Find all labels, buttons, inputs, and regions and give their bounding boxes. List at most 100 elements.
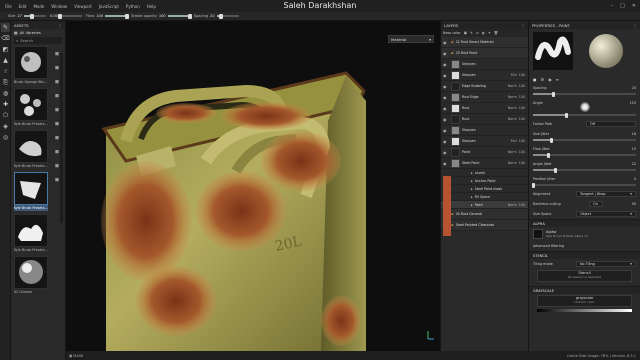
toolbar-slider[interactable] bbox=[105, 13, 130, 19]
maximize-button[interactable]: □ bbox=[620, 3, 625, 9]
layer-effect-row[interactable]: ▸ Steel Paint mask bbox=[441, 185, 528, 193]
menu-mode[interactable]: Mode bbox=[33, 4, 44, 9]
layer-opacity[interactable]: 100 bbox=[519, 203, 525, 207]
layer-effect-row[interactable]: ▸ Fill Space bbox=[441, 193, 528, 201]
eye-icon[interactable]: ◉ bbox=[443, 51, 449, 56]
picker-icon[interactable]: ✚ bbox=[1, 100, 10, 109]
toolbar-field-value[interactable]: 100 bbox=[96, 14, 103, 18]
size-space-select[interactable]: Object ▾ bbox=[576, 211, 636, 217]
texture-icon[interactable]: ◼ bbox=[55, 107, 59, 113]
layer-blend-mode[interactable]: Norm bbox=[508, 84, 517, 88]
param-slider[interactable] bbox=[533, 112, 636, 118]
param-value[interactable]: 18 bbox=[632, 132, 636, 136]
layer-folder-row[interactable]: ◉▰Steel Painted Clearcoat bbox=[441, 220, 528, 231]
menu-help[interactable]: Help bbox=[147, 4, 156, 9]
filter-icon[interactable]: ◼ bbox=[55, 135, 59, 141]
param-slider[interactable] bbox=[531, 182, 636, 188]
eye-icon[interactable]: ◉ bbox=[443, 139, 449, 144]
layer-blend-mode[interactable]: Norm bbox=[508, 117, 517, 121]
material-icon[interactable]: ◼ bbox=[55, 79, 59, 85]
add-fill-layer-icon[interactable]: ▣ bbox=[464, 31, 467, 35]
layer-row[interactable]: ◉ Rust Norm 100 bbox=[441, 114, 528, 125]
slider-handle[interactable] bbox=[554, 167, 558, 173]
slider-handle[interactable] bbox=[531, 182, 535, 188]
slider-handle[interactable] bbox=[125, 13, 130, 19]
geometry-fill-icon[interactable]: ▲ bbox=[1, 56, 10, 65]
param-select[interactable]: Off bbox=[586, 121, 636, 127]
brush-preset-icon[interactable]: ◼ bbox=[55, 65, 59, 71]
menu-viewport[interactable]: Viewport bbox=[74, 4, 92, 9]
layer-row[interactable]: ◉ Edge Bubbling Norm 100 bbox=[441, 81, 528, 92]
add-effect-icon[interactable]: ✦ bbox=[488, 31, 491, 35]
tab-channels-icon[interactable]: ≡ bbox=[556, 77, 559, 82]
angle-dial[interactable] bbox=[579, 102, 590, 112]
close-button[interactable]: ✕ bbox=[632, 3, 636, 9]
layer-opacity[interactable]: 100 bbox=[519, 95, 525, 99]
toolbar-field-value[interactable]: 20 bbox=[210, 14, 215, 18]
tab-material-icon[interactable]: ◉ bbox=[548, 77, 552, 82]
layer-opacity[interactable]: 100 bbox=[519, 84, 525, 88]
eye-icon[interactable]: ◉ bbox=[443, 73, 449, 78]
layer-blend-mode[interactable]: Norm bbox=[508, 203, 517, 207]
mask-icon[interactable]: ◼ bbox=[55, 177, 59, 183]
panel-menu-icon[interactable]: ⋮ bbox=[58, 23, 62, 28]
layer-blend-mode[interactable]: Mul bbox=[511, 139, 517, 143]
add-mask-icon[interactable]: ◐ bbox=[482, 31, 485, 35]
delete-layer-icon[interactable]: 🗑 bbox=[494, 31, 498, 35]
param-value[interactable]: 0 bbox=[634, 177, 636, 181]
minimize-button[interactable]: – bbox=[611, 3, 614, 9]
asset-scrollbar[interactable] bbox=[60, 53, 63, 223]
layer-row[interactable]: ◉ Sharpen bbox=[441, 59, 528, 70]
grayscale-slot[interactable]: grayscale uniform color bbox=[537, 295, 632, 307]
material-picker-icon[interactable]: ◎ bbox=[1, 133, 10, 142]
layer-row[interactable]: ◉ Rust Edge Norm 100 bbox=[441, 92, 528, 103]
brush-icon[interactable]: ✎ bbox=[1, 23, 10, 32]
layer-blend-mode[interactable]: Norm bbox=[508, 106, 517, 110]
blend-channel-select[interactable]: Base color bbox=[443, 31, 461, 35]
toolbar-field-value[interactable]: 0.00 bbox=[50, 14, 58, 18]
eye-icon[interactable]: ◉ bbox=[443, 40, 449, 45]
library-selector[interactable]: ▦ All libraries bbox=[14, 30, 62, 35]
add-paint-layer-icon[interactable]: ✎ bbox=[470, 31, 473, 35]
layer-opacity[interactable]: 100 bbox=[519, 106, 525, 110]
layer-blend-mode[interactable]: Norm bbox=[508, 150, 517, 154]
asset-item[interactable]: Kyle Brush Presets at... bbox=[14, 172, 48, 212]
smudge-icon[interactable]: ☝ bbox=[1, 67, 10, 76]
tab-settings-icon[interactable]: ⚙ bbox=[541, 77, 545, 82]
layer-row[interactable]: ◉ Sharpen bbox=[441, 125, 528, 136]
slider-handle[interactable] bbox=[29, 13, 34, 19]
layer-row[interactable]: ◉ Rust Norm 100 bbox=[441, 103, 528, 114]
eye-icon[interactable]: ◉ bbox=[443, 117, 449, 122]
smart-material-icon[interactable]: ◼ bbox=[55, 93, 59, 99]
clone-icon[interactable]: ⎘ bbox=[1, 78, 10, 87]
asset-item[interactable]: Kyle Brush Presets at... bbox=[14, 88, 48, 128]
color-picker-icon[interactable]: ◈ bbox=[1, 122, 10, 131]
menu-file[interactable]: File bbox=[5, 4, 12, 9]
menu-javascript[interactable]: JavaScript bbox=[99, 4, 119, 9]
layer-effect-row[interactable]: ▸ Levels bbox=[441, 169, 528, 177]
mask-indicator[interactable]: ▣ MASK bbox=[69, 354, 83, 358]
slider-handle[interactable] bbox=[552, 91, 556, 97]
param-value[interactable]: 120 bbox=[630, 101, 636, 105]
param-slider[interactable] bbox=[533, 152, 636, 158]
slider-handle[interactable] bbox=[550, 137, 554, 143]
layer-opacity[interactable]: 100 bbox=[519, 139, 525, 143]
eraser-icon[interactable]: ⌫ bbox=[1, 34, 10, 43]
tiling-select[interactable]: No Tiling ▾ bbox=[576, 261, 636, 267]
layer-blend-mode[interactable]: Norm bbox=[508, 161, 517, 165]
toolbar-slider[interactable] bbox=[167, 13, 192, 19]
panel-menu-icon[interactable]: ⋮ bbox=[521, 23, 525, 28]
grayscale-section-header[interactable]: GRAYSCALE bbox=[529, 286, 640, 294]
3d-viewport[interactable]: 20L Material ▾ bbox=[66, 21, 440, 351]
stencil-section-header[interactable]: STENCIL bbox=[529, 251, 640, 259]
project-icon[interactable]: ◼ bbox=[55, 163, 59, 169]
alignment-select[interactable]: Tangent | Wrap ▾ bbox=[576, 191, 636, 197]
polygon-fill-icon[interactable]: ⬠ bbox=[1, 111, 10, 120]
advanced-filtering-toggle[interactable]: Advanced filtering bbox=[529, 241, 640, 251]
eye-icon[interactable]: ◉ bbox=[443, 95, 449, 100]
slider-handle[interactable] bbox=[57, 13, 62, 19]
alpha-resource[interactable]: Alpha Kyle Brush Presets Alpha 7b bbox=[529, 227, 640, 241]
fill-icon[interactable]: ◍ bbox=[1, 89, 10, 98]
menu-window[interactable]: Window bbox=[51, 4, 67, 9]
slider-handle[interactable] bbox=[565, 112, 569, 118]
